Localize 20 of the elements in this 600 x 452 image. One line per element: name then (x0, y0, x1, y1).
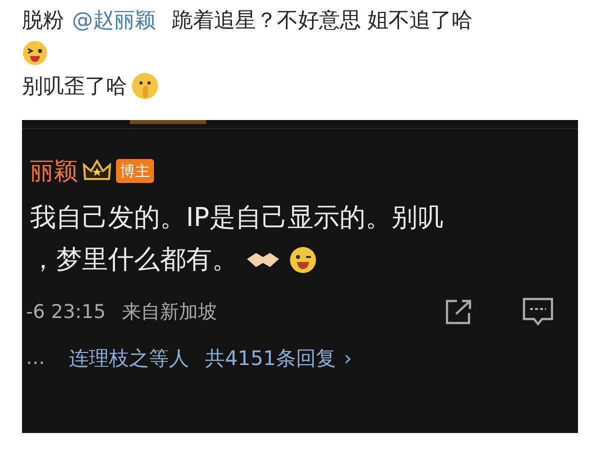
crown-icon (82, 159, 112, 183)
chevron-icon[interactable]: › (344, 343, 352, 373)
post-text: 脱粉 (22, 7, 64, 34)
post-text: 跪着追星？不好意思 姐不追了哈 (172, 7, 473, 34)
mention-link[interactable]: @赵丽颖 (72, 4, 156, 36)
post-source: 来自新加坡 (122, 300, 217, 325)
comment-icon[interactable] (522, 297, 554, 327)
share-icon[interactable] (444, 298, 474, 326)
post-time: -6 23:15 (26, 300, 106, 325)
blogger-badge: 博主 (116, 159, 154, 183)
more-text: … (26, 346, 45, 371)
wink-emoji-icon (22, 40, 48, 66)
comment-text: ，梦里什么都有。 (30, 244, 238, 277)
post-text: 别叽歪了哈 (22, 73, 127, 100)
author-name[interactable]: 丽颖 (30, 153, 78, 189)
comment-text: 我自己发的。IP是自己显示的。别叽 (30, 202, 444, 235)
reply-names[interactable]: 连理枝之等人 (69, 343, 189, 373)
reply-count-link[interactable]: 共4151条回复 (205, 343, 336, 373)
grin-emoji-icon (288, 245, 318, 275)
shush-emoji-icon (131, 72, 159, 100)
